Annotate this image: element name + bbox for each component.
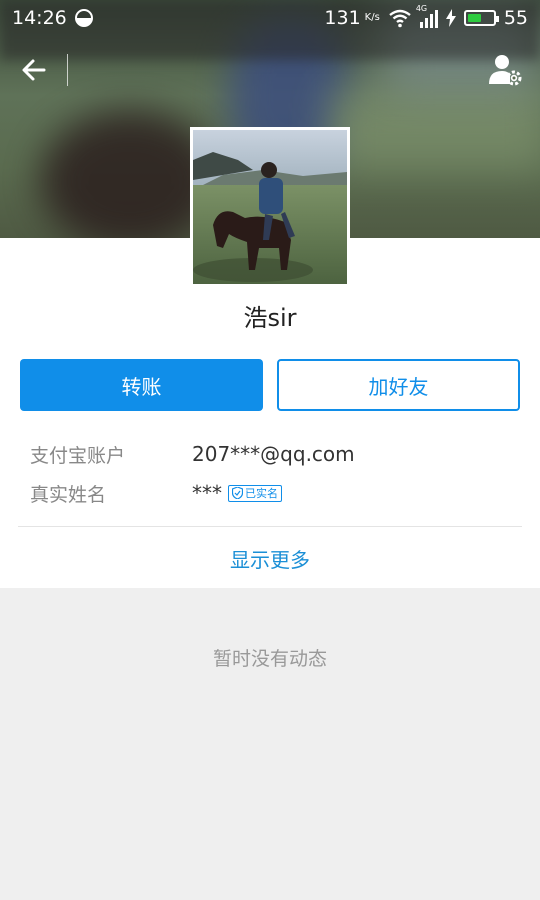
real-name-label: 真实姓名: [30, 483, 107, 506]
show-more-link[interactable]: 显示更多: [0, 544, 540, 573]
battery-icon: [463, 10, 499, 26]
info-row-real-name: 真实姓名 *** 已实名: [30, 478, 282, 508]
nav-divider: [67, 54, 68, 86]
profile-name: 浩sir: [243, 304, 297, 332]
profile-settings-button[interactable]: [486, 50, 526, 90]
cellular-signal-icon: 4G: [416, 4, 438, 28]
charging-icon: [445, 9, 456, 27]
network-speed-unit: K/s: [364, 12, 380, 23]
network-speed: 131: [324, 7, 361, 29]
verified-label: 已实名: [245, 487, 278, 500]
empty-feed-message: 暂时没有动态: [212, 648, 327, 670]
add-friend-button[interactable]: 加好友: [277, 359, 520, 411]
avatar-photo: [193, 130, 347, 284]
profile-card: [0, 238, 540, 588]
verified-badge: 已实名: [228, 484, 282, 502]
user-settings-icon: [489, 55, 522, 86]
avatar[interactable]: [190, 127, 350, 287]
battery-level-fill: [467, 14, 481, 22]
account-value: 207***@qq.com: [192, 442, 355, 466]
info-row-account: 支付宝账户 207***@qq.com: [30, 439, 355, 469]
section-divider: [18, 526, 522, 527]
back-arrow-icon: [22, 59, 46, 81]
account-label: 支付宝账户: [30, 444, 126, 467]
do-not-disturb-icon: [74, 9, 93, 27]
status-time: 14:26: [12, 7, 67, 29]
status-bar: 14:26 131 K/s 4G 55: [0, 0, 540, 36]
wifi-icon: [389, 9, 411, 28]
back-button[interactable]: [16, 52, 52, 88]
verified-icon: [232, 487, 243, 499]
real-name-value-group: *** 已实名: [192, 481, 282, 505]
battery-percentage: 55: [503, 7, 528, 29]
transfer-button[interactable]: 转账: [20, 359, 263, 411]
top-nav-bar: [0, 36, 540, 102]
real-name-value: ***: [192, 481, 222, 505]
signal-type-label: 4G: [415, 4, 428, 13]
